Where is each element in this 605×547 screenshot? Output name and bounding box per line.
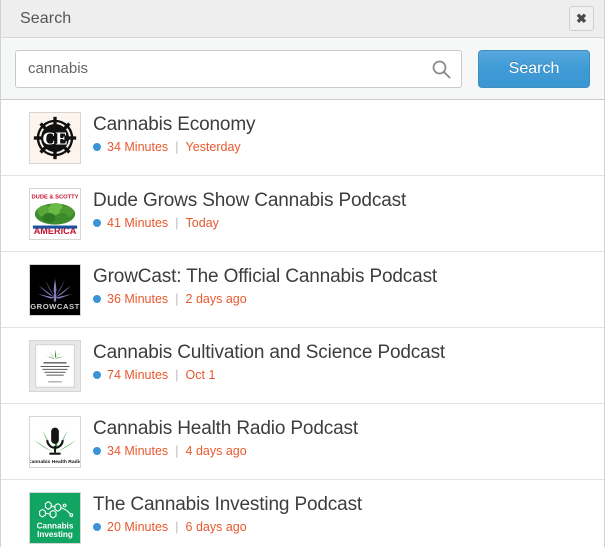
search-dialog: Search ✖ Search bbox=[0, 0, 605, 547]
svg-text:DUDE & SCOTTY: DUDE & SCOTTY bbox=[32, 195, 79, 201]
svg-text:CE: CE bbox=[42, 129, 67, 149]
result-duration: 36 Minutes bbox=[107, 292, 169, 306]
result-date: Yesterday bbox=[185, 140, 241, 154]
result-duration: 34 Minutes bbox=[107, 140, 169, 154]
meta-separator: | bbox=[175, 367, 179, 382]
result-date: 4 days ago bbox=[185, 444, 247, 458]
svg-text:Cannabis: Cannabis bbox=[37, 522, 74, 531]
meta-separator: | bbox=[175, 215, 179, 230]
dialog-header: Search ✖ bbox=[1, 0, 604, 38]
status-dot-icon bbox=[93, 523, 101, 531]
status-dot-icon bbox=[93, 219, 101, 227]
result-text: GrowCast: The Official Cannabis Podcast … bbox=[93, 264, 437, 306]
svg-text:GROWCAST: GROWCAST bbox=[30, 302, 80, 311]
result-title: The Cannabis Investing Podcast bbox=[93, 494, 363, 515]
close-icon: ✖ bbox=[576, 11, 587, 26]
cannabis-health-radio-logo-icon: Cannabis Health Radio bbox=[29, 416, 81, 468]
status-dot-icon bbox=[93, 295, 101, 303]
result-text: The Cannabis Investing Podcast 20 Minute… bbox=[93, 492, 362, 534]
dialog-title: Search bbox=[20, 9, 72, 27]
result-duration: 20 Minutes bbox=[107, 520, 169, 534]
result-text: Dude Grows Show Cannabis Podcast 41 Minu… bbox=[93, 188, 406, 230]
meta-separator: | bbox=[175, 291, 179, 306]
result-text: Cannabis Cultivation and Science Podcast… bbox=[93, 340, 445, 382]
svg-text:Investing: Investing bbox=[37, 530, 73, 539]
result-text: Cannabis Economy 34 Minutes | Yesterday bbox=[93, 112, 256, 154]
search-button[interactable]: Search bbox=[478, 49, 590, 88]
search-results-list[interactable]: CE Cannabis Economy 34 Minutes | Yesterd… bbox=[1, 100, 604, 547]
result-duration: 74 Minutes bbox=[107, 368, 169, 382]
result-row[interactable]: DUDE & SCOTTY AMERICA Dude Grows Show Ca… bbox=[1, 176, 604, 252]
result-meta: 74 Minutes | Oct 1 bbox=[93, 368, 445, 382]
meta-separator: | bbox=[175, 139, 179, 154]
result-row[interactable]: Cannabis Investing The Cannabis Investin… bbox=[1, 480, 604, 547]
growcast-logo-icon: GROWCAST bbox=[29, 264, 81, 316]
result-row[interactable]: GROWCAST GrowCast: The Official Cannabis… bbox=[1, 252, 604, 328]
result-meta: 36 Minutes | 2 days ago bbox=[93, 292, 437, 306]
result-date: 6 days ago bbox=[185, 520, 247, 534]
svg-text:Cannabis Health Radio: Cannabis Health Radio bbox=[30, 459, 80, 465]
result-title: Cannabis Cultivation and Science Podcast bbox=[93, 342, 446, 363]
cannabis-cultivation-logo-icon bbox=[29, 340, 81, 392]
result-duration: 34 Minutes bbox=[107, 444, 169, 458]
result-meta: 41 Minutes | Today bbox=[93, 216, 406, 230]
result-row[interactable]: Cannabis Health Radio Cannabis Health Ra… bbox=[1, 404, 604, 480]
cannabis-investing-logo-icon: Cannabis Investing bbox=[29, 492, 81, 544]
search-input[interactable] bbox=[15, 49, 462, 88]
status-dot-icon bbox=[93, 371, 101, 379]
dude-grows-show-logo-icon: DUDE & SCOTTY AMERICA bbox=[29, 188, 81, 240]
status-dot-icon bbox=[93, 143, 101, 151]
result-date: Oct 1 bbox=[185, 368, 216, 382]
result-meta: 34 Minutes | Yesterday bbox=[93, 140, 255, 154]
status-dot-icon bbox=[93, 447, 101, 455]
close-button[interactable]: ✖ bbox=[569, 6, 594, 31]
result-title: GrowCast: The Official Cannabis Podcast bbox=[93, 266, 438, 287]
result-meta: 34 Minutes | 4 days ago bbox=[93, 444, 358, 458]
result-title: Cannabis Economy bbox=[93, 114, 256, 135]
result-row[interactable]: CE Cannabis Economy 34 Minutes | Yesterd… bbox=[1, 100, 604, 176]
cannabis-economy-logo-icon: CE bbox=[29, 112, 81, 164]
meta-separator: | bbox=[175, 519, 179, 534]
result-text: Cannabis Health Radio Podcast 34 Minutes… bbox=[93, 416, 358, 458]
result-date: Today bbox=[185, 216, 219, 230]
result-meta: 20 Minutes | 6 days ago bbox=[93, 520, 362, 534]
result-row[interactable]: Cannabis Cultivation and Science Podcast… bbox=[1, 328, 604, 404]
result-date: 2 days ago bbox=[185, 292, 247, 306]
result-duration: 41 Minutes bbox=[107, 216, 169, 230]
result-title: Dude Grows Show Cannabis Podcast bbox=[93, 190, 407, 211]
search-field bbox=[15, 49, 462, 88]
search-bar: Search bbox=[1, 38, 604, 100]
result-title: Cannabis Health Radio Podcast bbox=[93, 418, 358, 439]
meta-separator: | bbox=[175, 443, 179, 458]
